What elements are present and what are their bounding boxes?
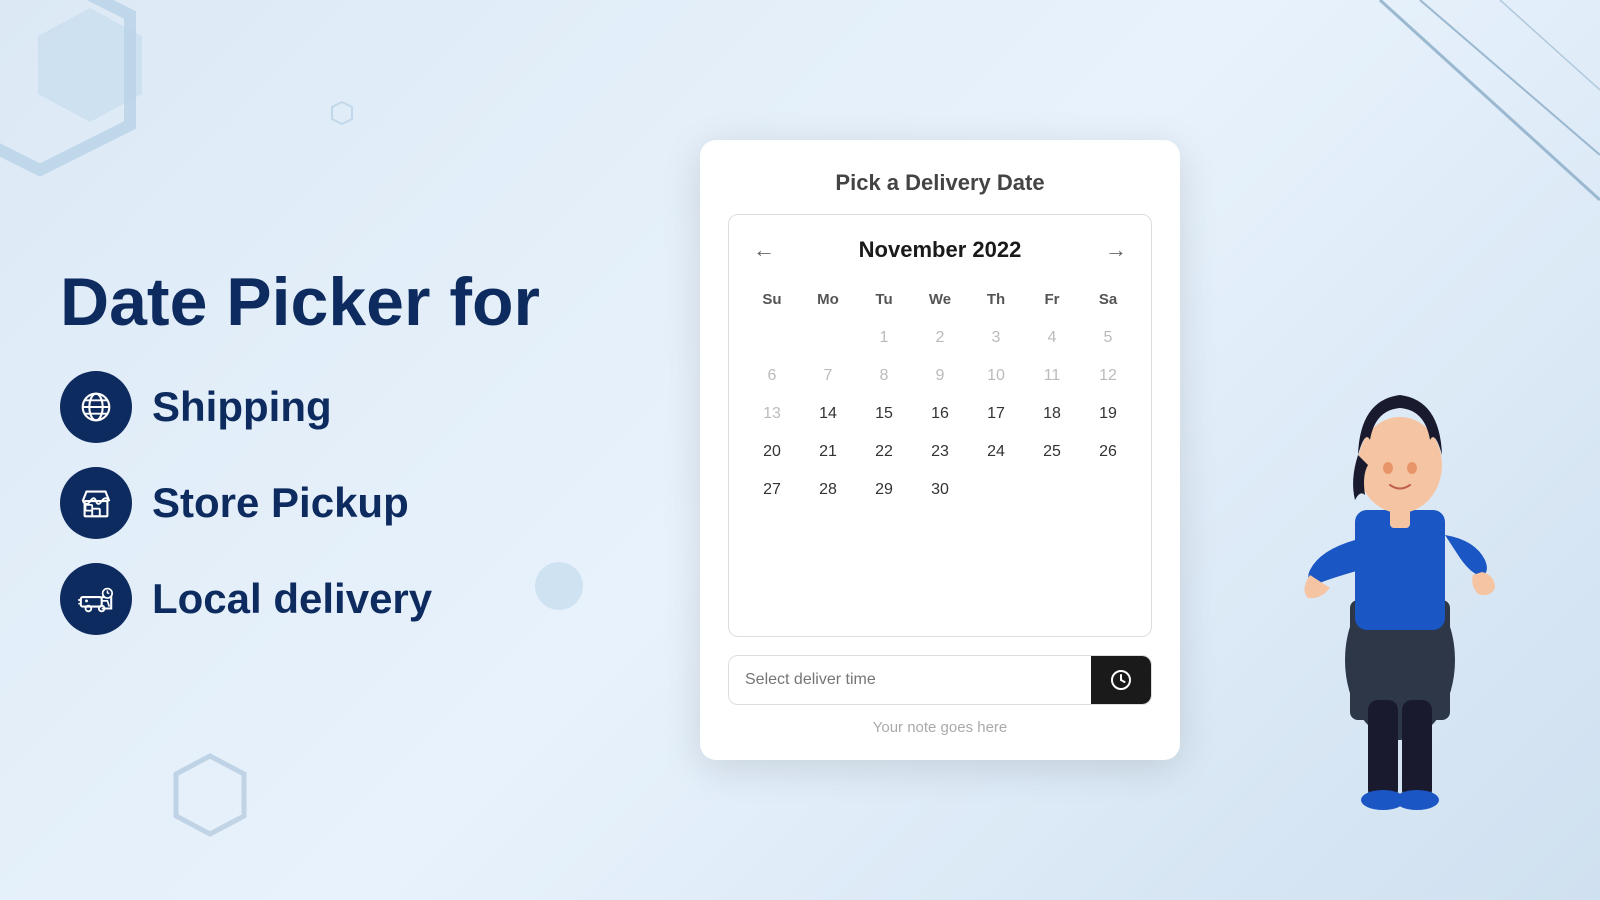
page-title: Date Picker for (60, 265, 620, 340)
store-icon (60, 467, 132, 539)
day-cell: 5 (1081, 320, 1135, 356)
day-cell-empty (1025, 472, 1079, 508)
feature-label-local-delivery: Local delivery (152, 575, 432, 623)
time-select-input[interactable] (729, 656, 1091, 704)
day-cell: 8 (857, 358, 911, 394)
day-cell: 12 (1081, 358, 1135, 394)
day-cell-14[interactable]: 14 (801, 396, 855, 432)
day-cell-26[interactable]: 26 (1081, 434, 1135, 470)
day-header-we: We (913, 285, 967, 318)
day-cell: 11 (1025, 358, 1079, 394)
day-cell-22[interactable]: 22 (857, 434, 911, 470)
person-illustration (1290, 280, 1510, 840)
time-clock-button[interactable] (1091, 656, 1151, 704)
day-cell-empty (1081, 472, 1135, 508)
day-cell-28[interactable]: 28 (801, 472, 855, 508)
day-cell-27[interactable]: 27 (745, 472, 799, 508)
day-cell: 4 (1025, 320, 1079, 356)
day-cell-21[interactable]: 21 (801, 434, 855, 470)
day-cell: 6 (745, 358, 799, 394)
day-cell-17[interactable]: 17 (969, 396, 1023, 432)
note-placeholder: Your note goes here (728, 719, 1152, 736)
time-select-row (728, 655, 1152, 705)
day-cell: 2 (913, 320, 967, 356)
day-cell: 9 (913, 358, 967, 394)
calendar-grid: Su Mo Tu We Th Fr Sa 1 2 3 4 5 6 (745, 285, 1135, 508)
month-year-label: November 2022 (859, 237, 1022, 263)
feature-item-store-pickup: Store Pickup (60, 467, 620, 539)
right-panel (1260, 40, 1540, 860)
calendar-header: ← November 2022 → (745, 233, 1135, 267)
day-cell-20[interactable]: 20 (745, 434, 799, 470)
clock-icon (1109, 668, 1133, 692)
day-header-mo: Mo (801, 285, 855, 318)
day-cell: 13 (745, 396, 799, 432)
feature-item-local-delivery: Local delivery (60, 563, 620, 635)
day-cell-25[interactable]: 25 (1025, 434, 1079, 470)
next-month-button[interactable]: → (1097, 233, 1135, 267)
day-cell: 3 (969, 320, 1023, 356)
day-cell-19[interactable]: 19 (1081, 396, 1135, 432)
feature-item-shipping: Shipping (60, 371, 620, 443)
day-header-th: Th (969, 285, 1023, 318)
day-cell-23[interactable]: 23 (913, 434, 967, 470)
day-cell: 10 (969, 358, 1023, 394)
calendar-container: ← November 2022 → Su Mo Tu We Th Fr Sa (728, 214, 1152, 637)
day-cell-empty (801, 320, 855, 356)
day-cell-empty (969, 472, 1023, 508)
day-cell-18[interactable]: 18 (1025, 396, 1079, 432)
prev-month-button[interactable]: ← (745, 233, 783, 267)
day-header-su: Su (745, 285, 799, 318)
globe-icon (60, 371, 132, 443)
day-cell: 1 (857, 320, 911, 356)
day-cell-16[interactable]: 16 (913, 396, 967, 432)
center-panel: Pick a Delivery Date ← November 2022 → S… (620, 140, 1260, 760)
delivery-icon (60, 563, 132, 635)
day-header-fr: Fr (1025, 285, 1079, 318)
day-header-sa: Sa (1081, 285, 1135, 318)
day-cell: 7 (801, 358, 855, 394)
card-title: Pick a Delivery Date (728, 170, 1152, 196)
day-cell-24[interactable]: 24 (969, 434, 1023, 470)
day-cell-30[interactable]: 30 (913, 472, 967, 508)
day-cell-15[interactable]: 15 (857, 396, 911, 432)
feature-list: Shipping Store Pickup (60, 371, 620, 635)
day-cell-empty (745, 320, 799, 356)
calendar-card: Pick a Delivery Date ← November 2022 → S… (700, 140, 1180, 760)
feature-label-store-pickup: Store Pickup (152, 479, 409, 527)
day-header-tu: Tu (857, 285, 911, 318)
day-cell-29[interactable]: 29 (857, 472, 911, 508)
feature-label-shipping: Shipping (152, 383, 332, 431)
